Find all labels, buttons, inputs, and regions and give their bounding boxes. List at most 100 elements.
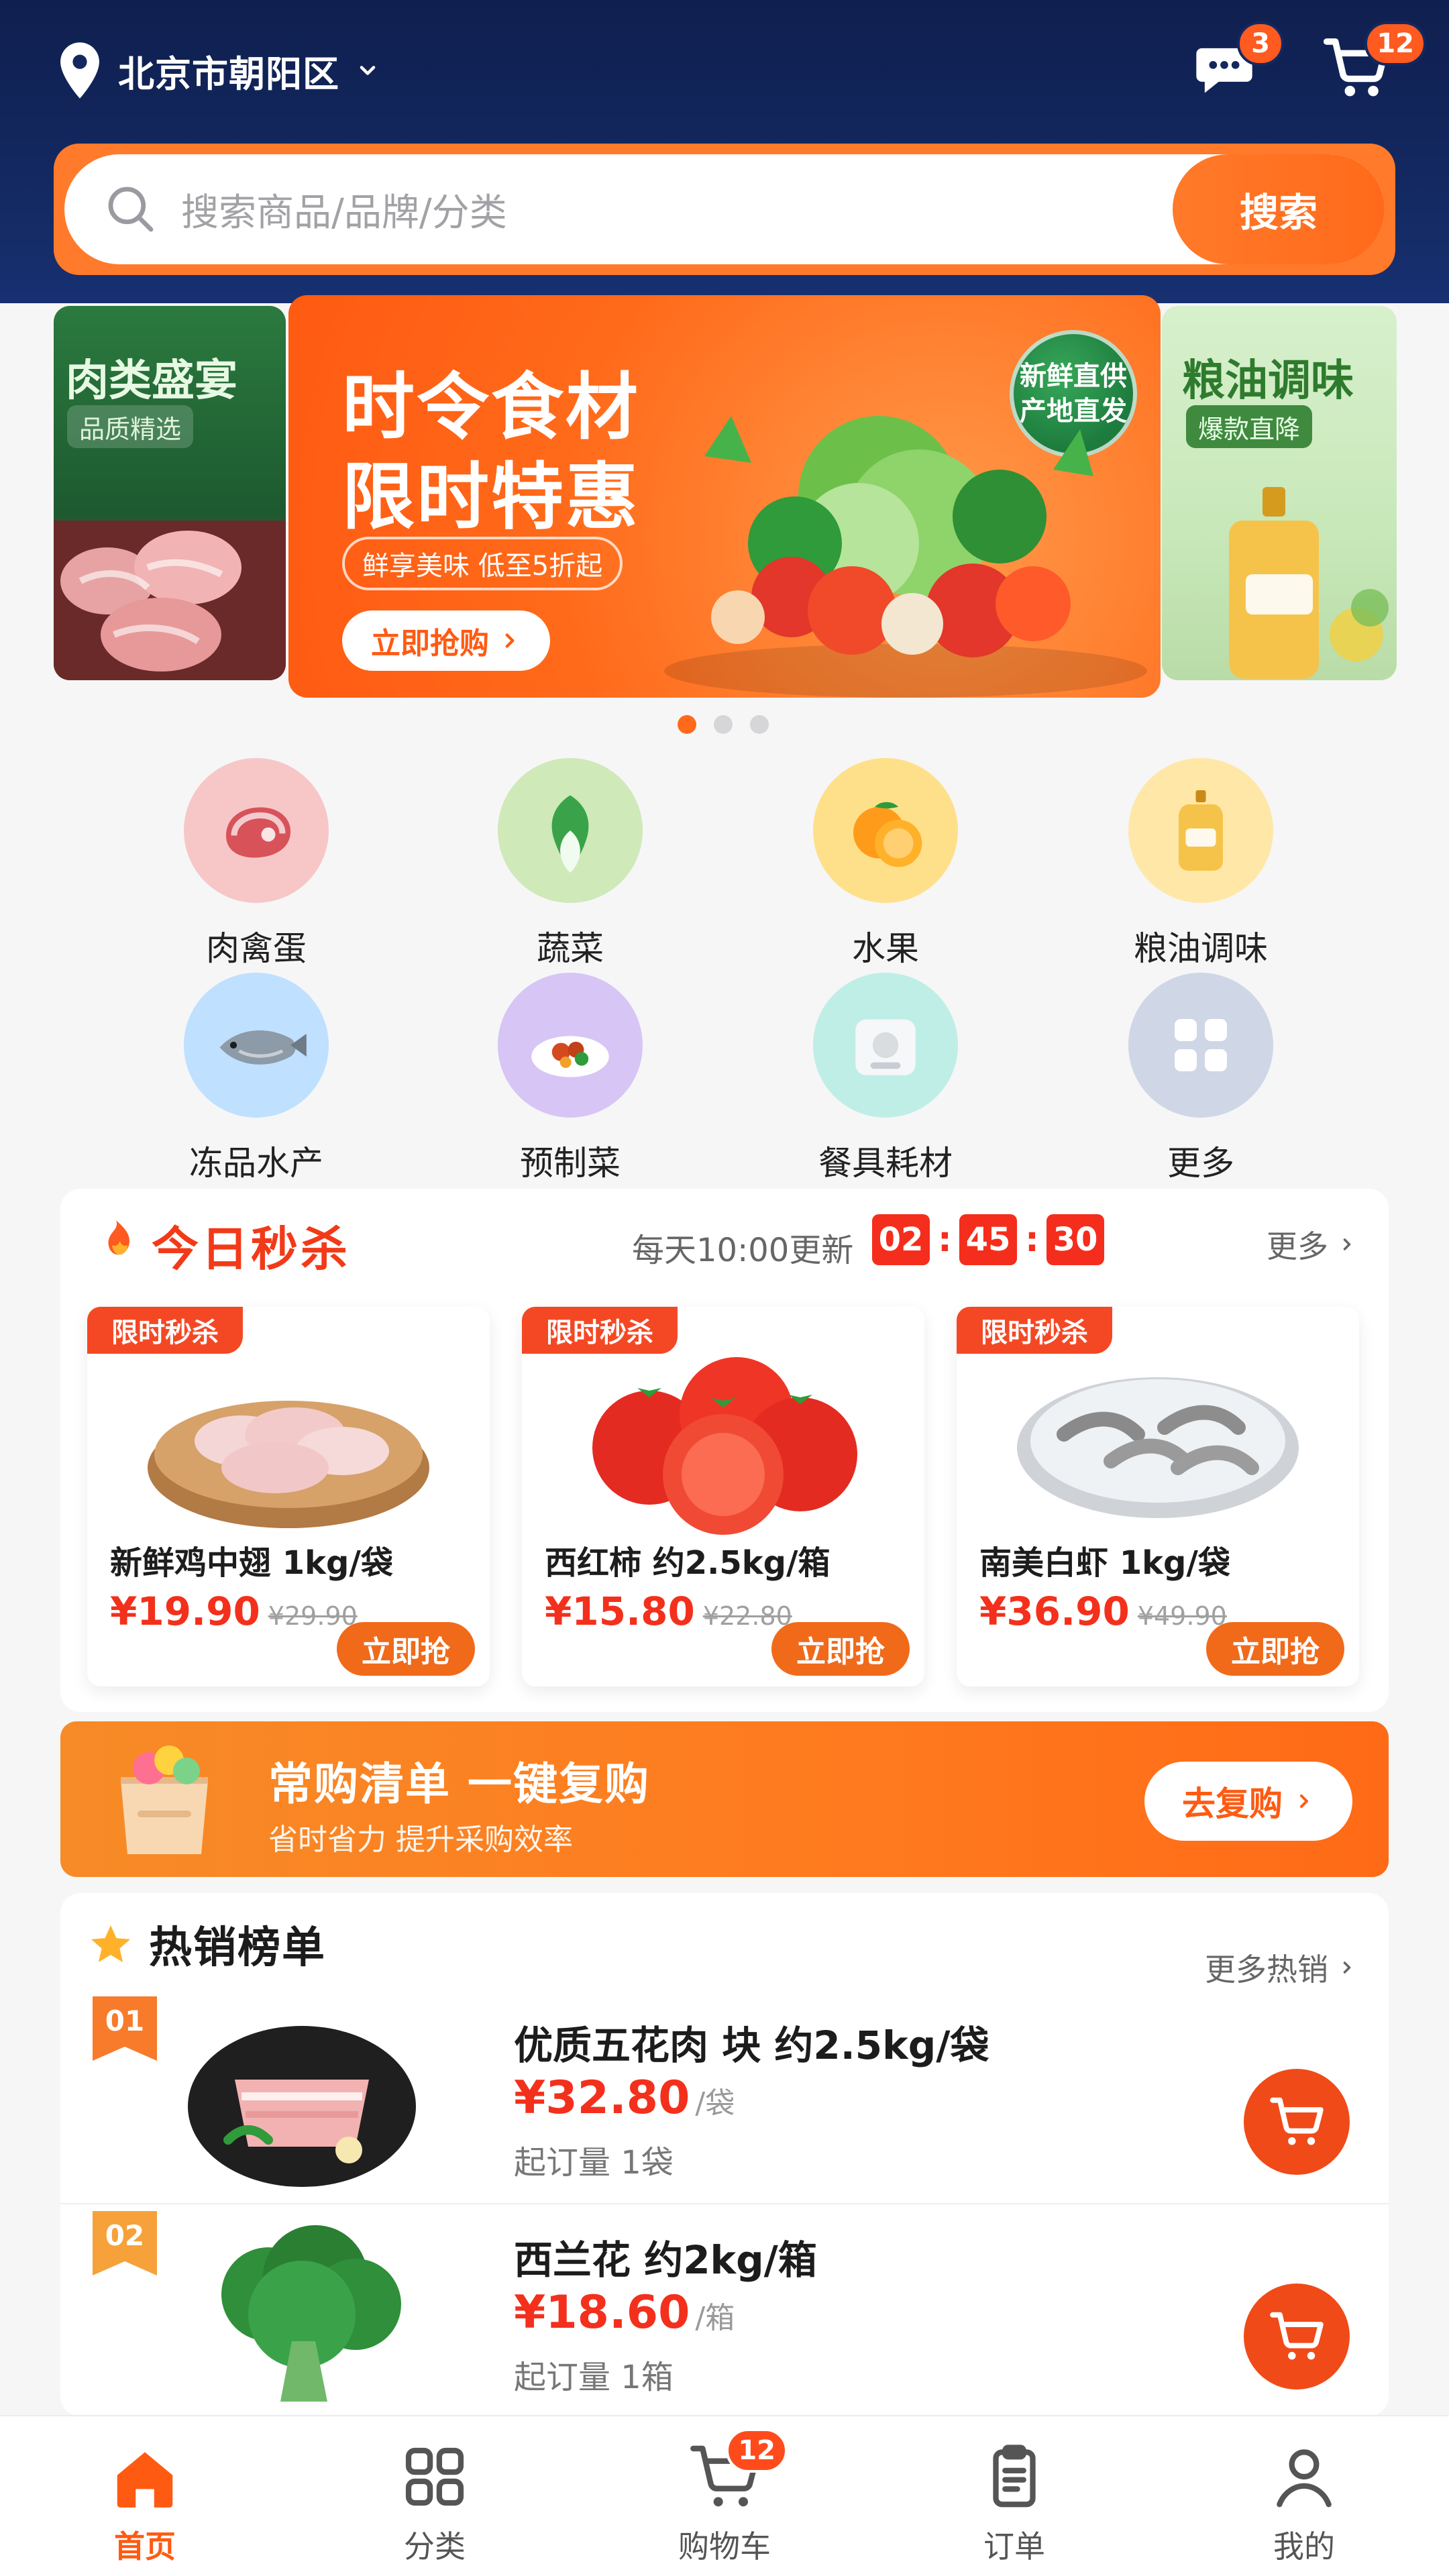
vegetables-image (664, 416, 1147, 698)
hot-item-price-row: ¥32.80 /袋 (514, 2072, 735, 2125)
grab-now-button[interactable]: 立即抢 (771, 1622, 910, 1676)
shrimp-image (1017, 1377, 1299, 1518)
tab-profile[interactable]: 我的 (1159, 2416, 1449, 2576)
chevron-right-icon (505, 633, 515, 648)
flash-sale-more-link[interactable]: 更多 (1267, 1222, 1356, 1267)
tab-cart-badge: 12 (726, 2428, 788, 2473)
flash-sale-title: 今日秒杀 (152, 1222, 350, 1277)
hot-sales-title: 热销榜单 (149, 1923, 326, 1973)
hot-item-price: ¥18.60 (514, 2286, 690, 2339)
reorder-banner[interactable]: 常购清单 一键复购 省时省力 提升采购效率 去复购 (60, 1721, 1389, 1877)
category-fruits[interactable]: 水果 (785, 758, 986, 973)
banner-oil-seasoning[interactable]: 粮油调味 爆款直降 (1162, 306, 1397, 680)
app-header: 北京市朝阳区 3 12 搜索商品/品牌/分类 搜索 (0, 0, 1449, 303)
location-text: 北京市朝阳区 (118, 52, 339, 95)
messages-button[interactable]: 3 (1187, 21, 1284, 105)
cart-icon (1270, 2097, 1324, 2145)
reorder-button-label: 去复购 (1182, 1784, 1283, 1823)
category-vegetables[interactable]: 蔬菜 (470, 758, 671, 973)
cart-icon (1270, 2312, 1324, 2360)
category-label: 水果 (852, 929, 919, 968)
hot-item-broccoli[interactable]: 02 西兰花 约2kg/箱 ¥18.60 /箱 起订量 1箱 (60, 2206, 1389, 2419)
flash-item-name: 南美白虾 1kg/袋 (979, 1544, 1230, 1582)
category-tableware-supplies[interactable]: 餐具耗材 (785, 973, 986, 1187)
flash-item-price: ¥19.90 (110, 1589, 260, 1634)
reorder-title: 常购清单 一键复购 (268, 1758, 650, 1810)
tab-cart[interactable]: 12 购物车 (580, 2416, 869, 2576)
reorder-button[interactable]: 去复购 (1144, 1762, 1352, 1841)
category-label: 更多 (1167, 1144, 1234, 1183)
fire-icon (108, 1220, 129, 1255)
timer-colon: : (938, 1220, 952, 1260)
hot-sales-more-link[interactable]: 更多热销 (1205, 1945, 1356, 1990)
flash-item-price-row: ¥15.80 ¥22.80 (545, 1589, 792, 1634)
chicken-wings-image (148, 1401, 429, 1528)
grab-now-button[interactable]: 立即抢 (1206, 1622, 1344, 1676)
flash-item-tomatoes[interactable]: 限时秒杀 西红柿 约2.5kg/箱 ¥15.80 ¥22.80 立即抢 (522, 1307, 924, 1686)
flash-sale-update-note: 每天10:00更新 (632, 1232, 854, 1269)
search-button[interactable]: 搜索 (1173, 154, 1385, 264)
location-pin-icon (60, 42, 99, 99)
flash-item-white-shrimp[interactable]: 限时秒杀 南美白虾 1kg/袋 ¥36.90 ¥49.90 立即抢 (957, 1307, 1359, 1686)
hot-item-unit: /袋 (695, 2086, 735, 2121)
category-label: 预制菜 (520, 1144, 621, 1183)
tab-label: 购物车 (678, 2528, 771, 2565)
oil-bottle-icon (1128, 758, 1273, 903)
flash-item-name: 西红柿 约2.5kg/箱 (545, 1544, 830, 1582)
flash-sale-section: 今日秒杀 每天10:00更新 02 : 45 : 30 更多 限时秒杀 新鲜鸡中… (60, 1189, 1389, 1712)
add-to-cart-button[interactable] (1244, 2069, 1350, 2175)
category-label: 粮油调味 (1134, 929, 1268, 968)
hot-item-name: 西兰花 约2kg/箱 (514, 2237, 817, 2283)
tab-label: 订单 (983, 2528, 1045, 2565)
grid-more-icon (1128, 973, 1273, 1118)
header-cart-button[interactable]: 12 (1319, 21, 1426, 105)
chevron-right-icon (1343, 1238, 1351, 1250)
hot-item-price-row: ¥18.60 /箱 (514, 2286, 735, 2339)
flash-item-original-price: ¥22.80 (702, 1601, 792, 1631)
banner-meat[interactable]: 肉类盛宴 品质精选 (54, 306, 286, 680)
banner-cta-button[interactable]: 立即抢购 (342, 610, 550, 671)
meat-steak-icon (184, 758, 329, 903)
search-input-placeholder[interactable]: 搜索商品/品牌/分类 (181, 182, 507, 237)
hot-sales-section: 热销榜单 更多热销 01 优质五花肉 块 约2.5kg/袋 ¥32.80 /袋 … (60, 1893, 1389, 2416)
timer-colon: : (1025, 1220, 1039, 1260)
tab-orders[interactable]: 订单 (869, 2416, 1159, 2576)
hot-item-pork-belly[interactable]: 01 优质五花肉 块 约2.5kg/袋 ¥32.80 /袋 起订量 1袋 (60, 1991, 1389, 2204)
banner-seasonal-produce[interactable]: 时令食材 限时特惠 鲜享美味 低至5折起 立即抢购 新鲜直供 产地直发 (288, 295, 1161, 698)
cart-badge: 12 (1364, 21, 1426, 66)
timer-hours: 02 (872, 1214, 930, 1265)
tab-categories[interactable]: 分类 (290, 2416, 580, 2576)
banner-subtitle: 鲜享美味 低至5折起 (342, 537, 623, 590)
chevron-right-icon (1300, 1794, 1308, 1808)
banner-cta-label: 立即抢购 (371, 627, 489, 661)
message-badge: 3 (1237, 21, 1284, 66)
flash-item-price-row: ¥19.90 ¥29.90 (110, 1589, 358, 1634)
user-profile-icon (1264, 2436, 1344, 2517)
grab-now-button[interactable]: 立即抢 (337, 1622, 475, 1676)
flash-item-chicken-wings[interactable]: 限时秒杀 新鲜鸡中翅 1kg/袋 ¥19.90 ¥29.90 立即抢 (87, 1307, 490, 1686)
category-prepared-dishes[interactable]: 预制菜 (470, 973, 671, 1187)
category-more[interactable]: 更多 (1100, 973, 1301, 1187)
banner-oil-tag: 爆款直降 (1186, 405, 1313, 448)
category-oil-seasoning[interactable]: 粮油调味 (1100, 758, 1301, 973)
search-field[interactable]: 搜索商品/品牌/分类 搜索 (64, 154, 1385, 264)
rank-badge: 02 (93, 2211, 157, 2275)
tab-home[interactable]: 首页 (0, 2416, 290, 2576)
hot-item-price: ¥32.80 (514, 2072, 690, 2125)
location-selector[interactable]: 北京市朝阳区 (54, 40, 380, 101)
category-meat-poultry-eggs[interactable]: 肉禽蛋 (156, 758, 357, 973)
hot-item-min-order: 起订量 1箱 (514, 2359, 674, 2396)
chevron-right-icon (1343, 1962, 1351, 1974)
add-to-cart-button[interactable] (1244, 2284, 1350, 2390)
category-frozen-seafood[interactable]: 冻品水产 (156, 973, 357, 1187)
chevron-down-icon (360, 66, 376, 75)
banner-oil-title: 粮油调味 (1182, 356, 1354, 406)
home-icon (105, 2436, 185, 2517)
oil-bottle-image (1229, 487, 1389, 679)
carousel-dot[interactable] (714, 715, 733, 734)
carousel-dot[interactable] (678, 715, 696, 734)
rank-badge: 01 (93, 1996, 157, 2061)
carousel-dot[interactable] (750, 715, 769, 734)
hot-item-unit: /箱 (695, 2301, 735, 2335)
broccoli-image (221, 2225, 401, 2402)
